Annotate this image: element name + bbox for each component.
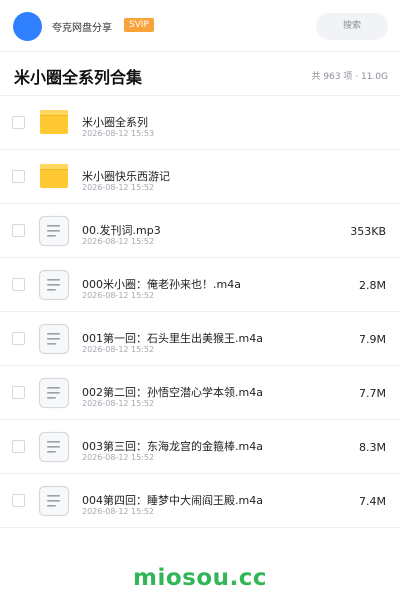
select-checkbox[interactable] bbox=[12, 332, 25, 345]
folder-icon bbox=[38, 161, 70, 193]
document-icon bbox=[38, 431, 70, 463]
file-name: 米小圈快乐西游记 bbox=[82, 170, 170, 183]
title-bar: 米小圈全系列合集 共 963 项 · 11.0G bbox=[0, 52, 400, 96]
file-name: 米小圈全系列 bbox=[82, 116, 148, 129]
list-item[interactable]: 米小圈全系列 2026-08-12 15:53 bbox=[0, 96, 400, 150]
file-name: 004第四回：睡梦中大闹阎王殿.m4a bbox=[82, 494, 263, 507]
file-date: 2026-08-12 15:52 bbox=[82, 345, 155, 354]
list-item[interactable]: 003第三回：东海龙宫的金箍棒.m4a 2026-08-12 15:52 8.3… bbox=[0, 420, 400, 474]
file-name: 00.发刊词.mp3 bbox=[82, 224, 161, 237]
file-name: 002第二回：孙悟空潜心学本领.m4a bbox=[82, 386, 263, 399]
file-name: 001第一回：石头里生出美猴王.m4a bbox=[82, 332, 263, 345]
file-name: 003第三回：东海龙宫的金箍棒.m4a bbox=[82, 440, 263, 453]
document-icon bbox=[38, 323, 70, 355]
document-icon bbox=[38, 377, 70, 409]
watermark: miosou.cc bbox=[132, 565, 268, 591]
list-item[interactable]: 米小圈快乐西游记 2026-08-12 15:52 bbox=[0, 150, 400, 204]
select-checkbox[interactable] bbox=[12, 440, 25, 453]
select-checkbox[interactable] bbox=[12, 494, 25, 507]
select-checkbox[interactable] bbox=[12, 116, 25, 129]
file-name: 000米小圈：俺老孙来也！.m4a bbox=[82, 278, 241, 291]
file-size: 7.9M bbox=[359, 333, 386, 346]
file-size: 7.7M bbox=[359, 387, 386, 400]
list-item[interactable]: 001第一回：石头里生出美猴王.m4a 2026-08-12 15:52 7.9… bbox=[0, 312, 400, 366]
file-size: 8.3M bbox=[359, 441, 386, 454]
file-date: 2026-08-12 15:52 bbox=[82, 453, 155, 462]
user-name: 夸克网盘分享 bbox=[52, 23, 112, 34]
list-item[interactable]: 00.发刊词.mp3 2026-08-12 15:52 353KB bbox=[0, 204, 400, 258]
file-size: 353KB bbox=[350, 225, 386, 238]
select-checkbox[interactable] bbox=[12, 386, 25, 399]
top-header: 夸克网盘分享 SVIP 搜索 bbox=[0, 0, 400, 52]
file-summary: 共 963 项 · 11.0G bbox=[311, 72, 389, 82]
select-checkbox[interactable] bbox=[12, 278, 25, 291]
file-date: 2026-08-12 15:52 bbox=[82, 291, 155, 300]
avatar[interactable] bbox=[13, 12, 42, 41]
file-size: 7.4M bbox=[359, 495, 386, 508]
select-checkbox[interactable] bbox=[12, 170, 25, 183]
file-size: 2.8M bbox=[359, 279, 386, 292]
folder-icon bbox=[38, 107, 70, 139]
file-list: 米小圈全系列 2026-08-12 15:53 米小圈快乐西游记 2026-08… bbox=[0, 96, 400, 528]
list-item[interactable]: 002第二回：孙悟空潜心学本领.m4a 2026-08-12 15:52 7.7… bbox=[0, 366, 400, 420]
file-date: 2026-08-12 15:52 bbox=[82, 237, 155, 246]
file-date: 2026-08-12 15:53 bbox=[82, 129, 155, 138]
search-button[interactable]: 搜索 bbox=[316, 13, 388, 40]
select-checkbox[interactable] bbox=[12, 224, 25, 237]
file-date: 2026-08-12 15:52 bbox=[82, 507, 155, 516]
list-item[interactable]: 004第四回：睡梦中大闹阎王殿.m4a 2026-08-12 15:52 7.4… bbox=[0, 474, 400, 528]
page-title: 米小圈全系列合集 bbox=[14, 68, 143, 87]
file-date: 2026-08-12 15:52 bbox=[82, 399, 155, 408]
file-date: 2026-08-12 15:52 bbox=[82, 183, 155, 192]
document-icon bbox=[38, 485, 70, 517]
document-icon bbox=[38, 269, 70, 301]
list-item[interactable]: 000米小圈：俺老孙来也！.m4a 2026-08-12 15:52 2.8M bbox=[0, 258, 400, 312]
document-icon bbox=[38, 215, 70, 247]
svip-badge: SVIP bbox=[124, 18, 154, 32]
